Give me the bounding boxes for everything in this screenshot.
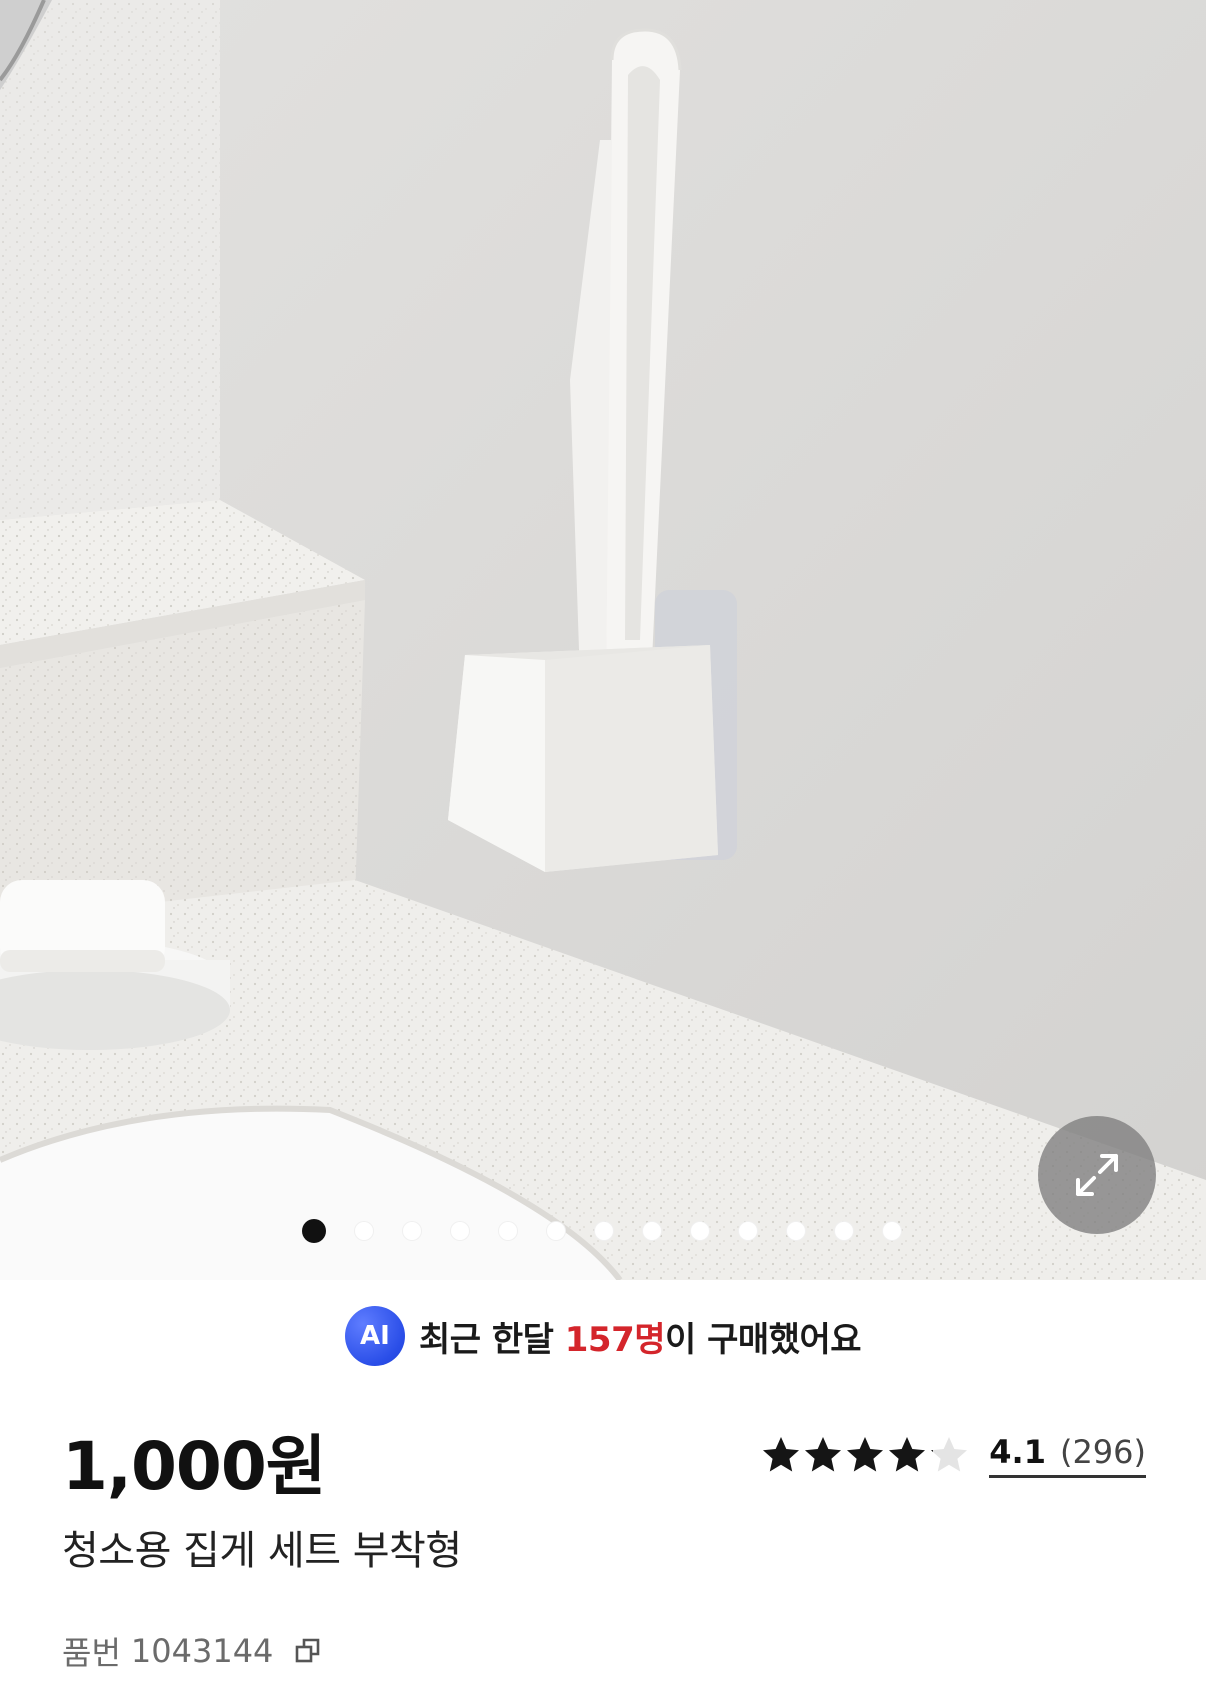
gallery-dot[interactable] <box>498 1221 518 1241</box>
ai-purchase-banner: AI 최근 한달 157명이 구매했어요 <box>0 1306 1206 1366</box>
product-photo <box>0 0 1206 1280</box>
star-icon <box>931 1437 968 1472</box>
reviews-link[interactable]: 4.1 (296) <box>989 1433 1146 1478</box>
gallery-dot[interactable] <box>354 1221 374 1241</box>
sku-number: 1043144 <box>130 1632 274 1670</box>
gallery-dot[interactable] <box>642 1221 662 1241</box>
expand-arrows-icon <box>1076 1154 1118 1196</box>
gallery-dot[interactable] <box>738 1221 758 1241</box>
gallery-dot[interactable] <box>594 1221 614 1241</box>
copy-icon[interactable] <box>293 1636 323 1666</box>
ai-badge-icon: AI <box>344 1306 405 1366</box>
expand-image-button[interactable] <box>1038 1116 1156 1234</box>
star-icon <box>889 1437 926 1472</box>
product-name: 청소용 집게 세트 부착형 <box>62 1528 462 1574</box>
purchase-text-before: 최근 한달 <box>418 1319 565 1360</box>
sku-label: 품번 <box>62 1634 121 1672</box>
star-icon <box>763 1437 800 1472</box>
recent-purchase-text: 최근 한달 157명이 구매했어요 <box>418 1312 862 1361</box>
purchase-text-after: 이 구매했어요 <box>665 1319 862 1360</box>
gallery-dot[interactable] <box>546 1221 566 1241</box>
gallery-dot[interactable] <box>402 1221 422 1241</box>
product-image-gallery[interactable] <box>0 0 1206 1280</box>
star-rating <box>761 1435 969 1475</box>
gallery-pagination <box>0 1219 1206 1243</box>
gallery-dot[interactable] <box>834 1221 854 1241</box>
gallery-dot[interactable] <box>882 1221 902 1241</box>
gallery-dot[interactable] <box>690 1221 710 1241</box>
gallery-dot[interactable] <box>786 1221 806 1241</box>
rating-value: 4.1 <box>989 1432 1046 1471</box>
purchase-count: 157명 <box>564 1319 666 1360</box>
gallery-dot[interactable] <box>302 1219 326 1243</box>
product-sku: 품번 1043144 <box>62 1628 323 1674</box>
review-count: (296) <box>1059 1432 1146 1471</box>
rating-summary[interactable]: 4.1 (296) <box>761 1430 1146 1480</box>
gallery-dot[interactable] <box>450 1221 470 1241</box>
star-icon <box>805 1437 842 1472</box>
product-price: 1,000원 <box>62 1428 326 1505</box>
star-icon <box>847 1437 884 1472</box>
